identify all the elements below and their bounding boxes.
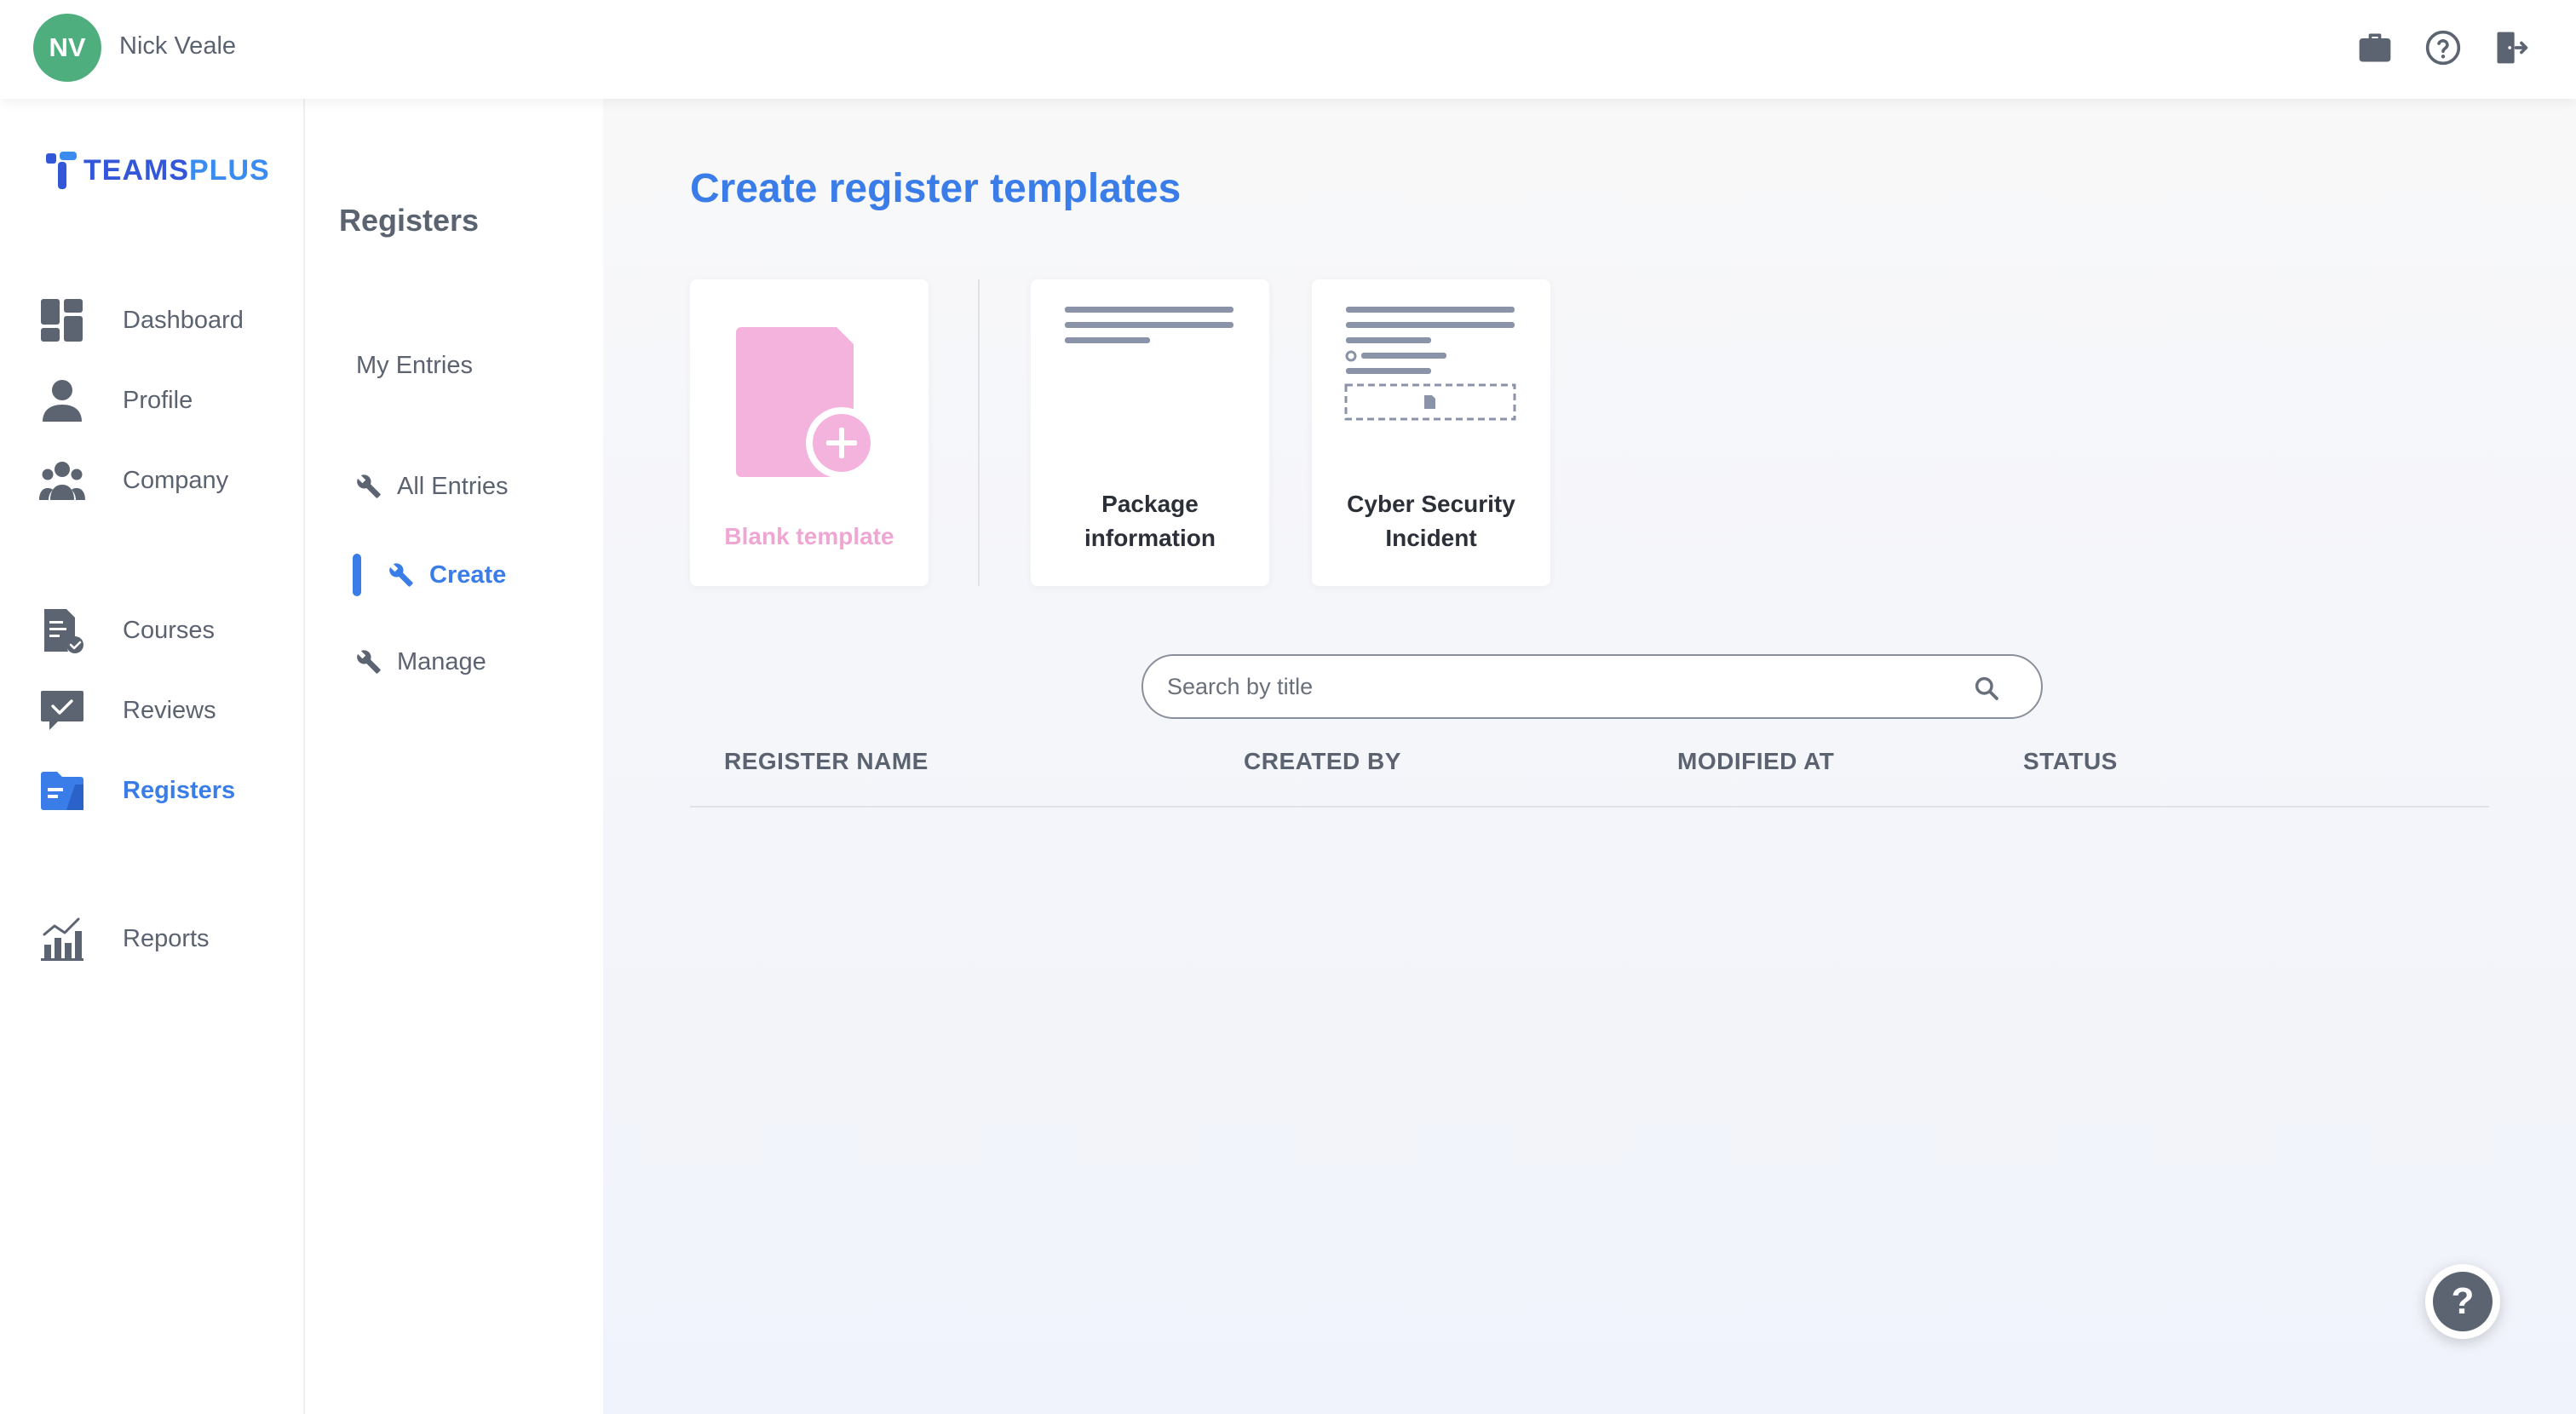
column-header-modified-at[interactable]: MODIFIED AT — [1677, 748, 1834, 775]
search-icon[interactable] — [1973, 675, 2000, 702]
help-question-icon: ? — [2433, 1272, 2493, 1331]
teamsplus-logo[interactable]: TEAMSPLUS — [44, 148, 270, 193]
subnav-item-my-entries[interactable]: My Entries — [356, 344, 473, 387]
column-header-register-name[interactable]: REGISTER NAME — [724, 748, 929, 775]
form-layout-icon — [1344, 307, 1516, 421]
bar-chart-icon — [41, 917, 83, 961]
sidebar-item-dashboard[interactable]: Dashboard — [39, 296, 286, 344]
wrench-icon — [389, 563, 413, 587]
search-box — [1141, 654, 2043, 719]
template-card-cyber-security-incident[interactable]: Cyber Security Incident — [1312, 279, 1550, 586]
page-title: Create register templates — [690, 166, 1182, 211]
briefcase-icon[interactable] — [2356, 29, 2394, 66]
logout-icon[interactable] — [2493, 29, 2530, 66]
sidebar-item-profile[interactable]: Profile — [39, 376, 286, 424]
sidebar-item-reviews[interactable]: Reviews — [39, 687, 286, 734]
person-icon — [43, 380, 82, 422]
dashboard-icon — [41, 299, 83, 342]
template-card-label: Cyber Security Incident — [1347, 491, 1515, 551]
text-lines-icon — [1065, 307, 1233, 343]
subnav-title: Registers — [339, 203, 480, 238]
template-card-package-information[interactable]: Package information — [1031, 279, 1269, 586]
group-icon — [39, 462, 85, 500]
column-header-created-by[interactable]: CREATED BY — [1244, 748, 1401, 775]
main-sidebar: TEAMSPLUS Dashboard Profile Company Cour… — [0, 99, 305, 1414]
add-document-icon — [736, 327, 877, 479]
search-input[interactable] — [1167, 670, 1951, 704]
column-header-status[interactable]: STATUS — [2023, 748, 2118, 775]
sidebar-item-courses[interactable]: Courses — [39, 606, 286, 654]
table-header-divider — [690, 806, 2489, 808]
card-divider — [978, 279, 980, 586]
template-card-blank[interactable]: Blank template — [690, 279, 929, 586]
subnav-item-all-entries[interactable]: All Entries — [356, 465, 509, 508]
registers-subnav: Registers My Entries All Entries Create … — [307, 99, 603, 1414]
logo-mark-icon — [46, 152, 77, 189]
avatar[interactable]: NV — [33, 14, 101, 82]
sidebar-item-registers[interactable]: Registers — [39, 767, 286, 814]
user-name[interactable]: Nick Veale — [119, 32, 236, 60]
help-button[interactable]: ? — [2425, 1264, 2500, 1339]
review-chat-icon — [41, 691, 83, 730]
folder-icon — [41, 772, 83, 810]
sidebar-item-reports[interactable]: Reports — [39, 915, 286, 963]
subnav-item-manage[interactable]: Manage — [356, 641, 486, 683]
help-circle-icon[interactable] — [2424, 29, 2462, 66]
logo-text: TEAMSPLUS — [83, 153, 270, 187]
template-card-label: Package information — [1084, 491, 1216, 551]
sidebar-item-company[interactable]: Company — [39, 457, 286, 504]
wrench-icon — [357, 474, 381, 498]
main-content: Create register templates Blank template… — [603, 99, 2576, 1414]
top-bar: NV Nick Veale — [0, 0, 2576, 99]
subnav-item-create[interactable]: Create — [388, 554, 506, 596]
course-document-icon — [44, 609, 83, 653]
wrench-icon — [357, 650, 381, 674]
template-card-label: Blank template — [724, 523, 894, 549]
active-indicator — [353, 554, 361, 596]
